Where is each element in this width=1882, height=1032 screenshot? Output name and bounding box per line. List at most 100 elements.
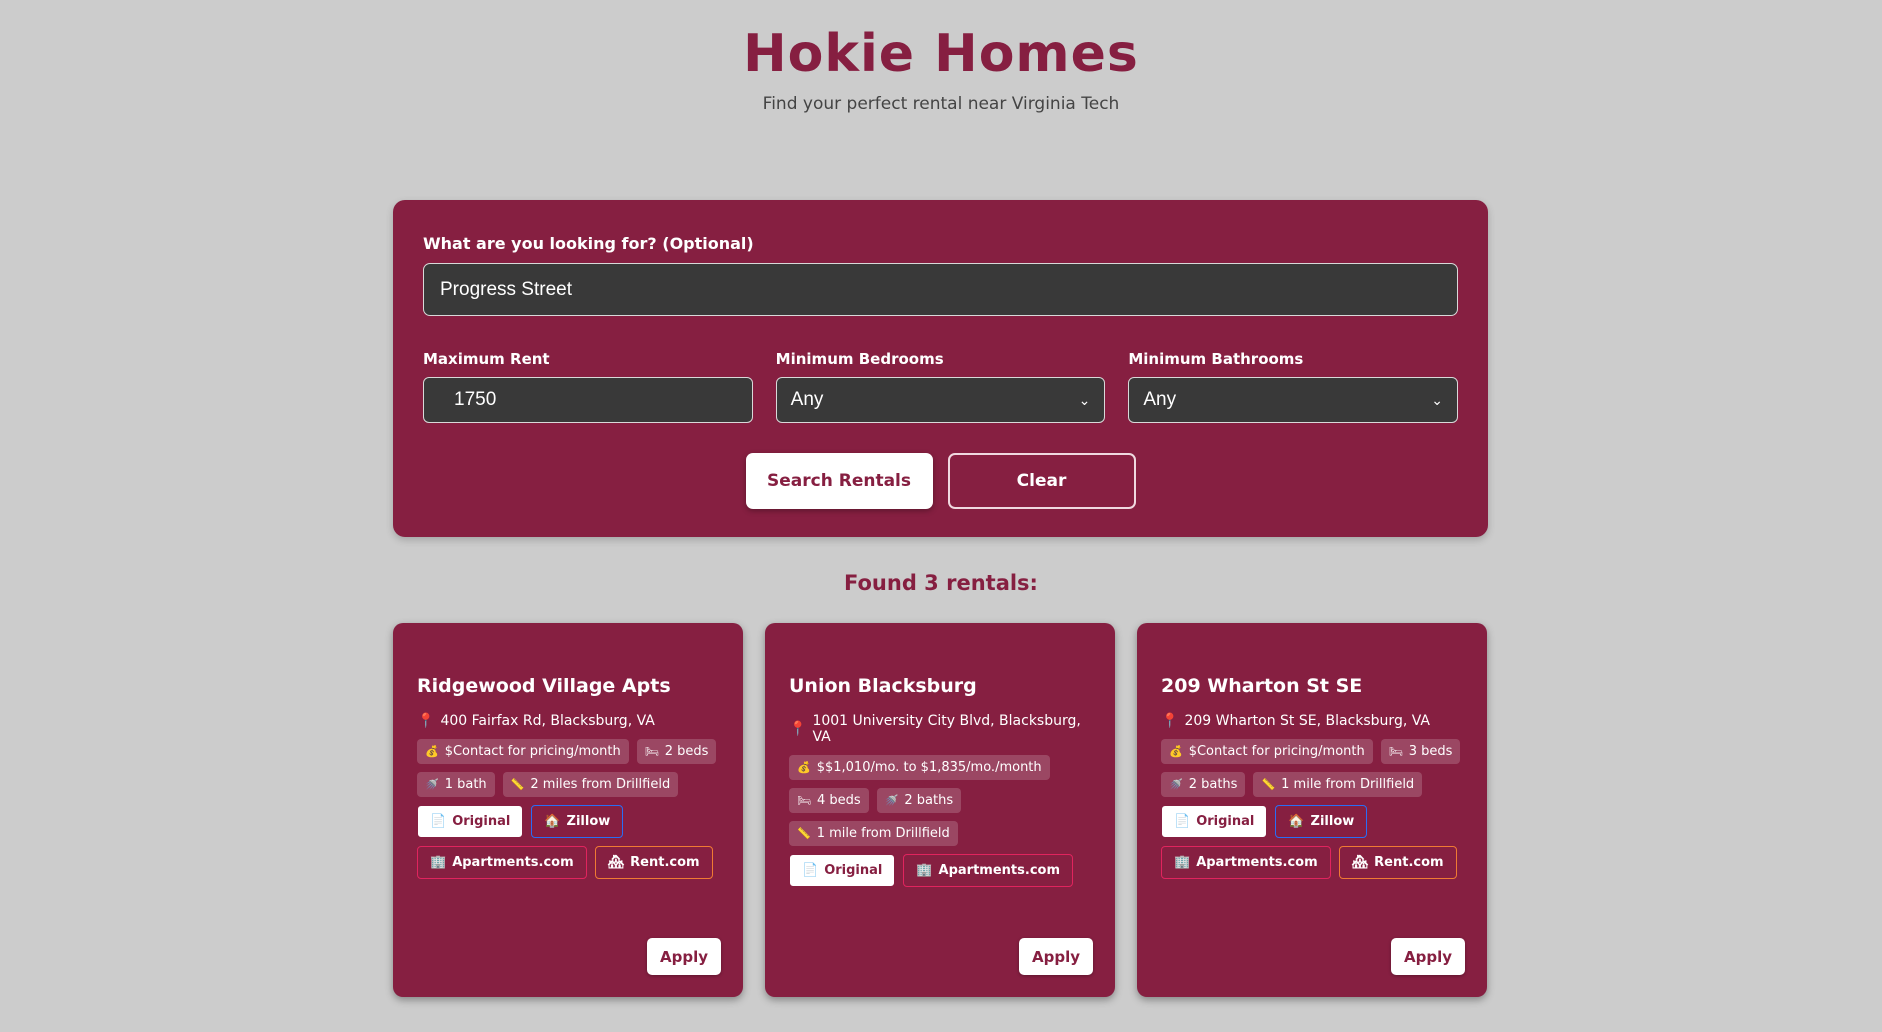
listing-links: 📄 Original 🏠 Zillow 🏢 Apartments.com 🏘 Rent.… — [1161, 805, 1461, 879]
zillow-link[interactable]: 🏠 Zillow — [1275, 805, 1368, 838]
address-text: 1001 University City Blvd, Blacksburg, V… — [812, 713, 1081, 745]
distance-tag: 📏 1 mile from Drillfield — [1253, 772, 1423, 797]
query-label: What are you looking for? (Optional) — [423, 234, 754, 253]
apartments-link[interactable]: 🏢 Apartments.com — [903, 854, 1074, 887]
min-bedrooms-label: Minimum Bedrooms — [775, 350, 944, 368]
rental-title: Ridgewood Village Apts — [417, 675, 671, 697]
money-bag-icon: 💰 — [1169, 745, 1183, 758]
building-icon: 🏢 — [1174, 855, 1191, 870]
baths-text: 1 bath — [444, 777, 487, 792]
rental-address: 📍 209 Wharton St SE, Blacksburg, VA — [1161, 713, 1463, 729]
site-header: Hokie Homes Find your perfect rental nea… — [0, 0, 1882, 114]
price-text: $$1,010/mo. to $1,835/mo./month — [816, 760, 1042, 775]
houses-icon: 🏘 — [607, 855, 625, 870]
beds-text: 2 beds — [664, 744, 709, 759]
rental-tags: 💰 $Contact for pricing/month 🛏 2 beds 🚿 1 b… — [417, 739, 719, 797]
money-bag-icon: 💰 — [797, 761, 811, 774]
distance-tag: 📏 2 miles from Drillfield — [502, 772, 679, 797]
bed-icon: 🛏 — [797, 794, 811, 807]
price-tag: 💰 $$1,010/mo. to $1,835/mo./month — [789, 755, 1050, 780]
apply-button[interactable]: Apply — [647, 938, 721, 975]
bed-icon: 🛏 — [1388, 745, 1403, 758]
site-subtitle: Find your perfect rental near Virginia T… — [762, 94, 1120, 114]
results-list: Ridgewood Village Apts 📍 400 Fairfax Rd,… — [393, 623, 1487, 997]
building-icon: 🏢 — [430, 855, 447, 870]
max-rent-label: Maximum Rent — [423, 350, 550, 368]
site-title: Hokie Homes — [743, 24, 1139, 84]
max-rent-input[interactable]: 1750 — [423, 377, 753, 423]
document-icon: 📄 — [1174, 814, 1191, 829]
rental-title: Union Blacksburg — [789, 675, 977, 697]
ruler-icon: 📏 — [510, 778, 525, 791]
original-link[interactable]: 📄 Original — [789, 854, 896, 887]
rental-address: 📍 400 Fairfax Rd, Blacksburg, VA — [417, 713, 719, 729]
rent-link[interactable]: 🏘 Rent.com — [594, 846, 713, 879]
apartments-link-label: Apartments.com — [452, 855, 574, 870]
document-icon: 📄 — [802, 863, 819, 878]
address-text: 209 Wharton St SE, Blacksburg, VA — [1184, 713, 1430, 729]
clear-button[interactable]: Clear — [947, 453, 1136, 509]
shower-icon: 🚿 — [884, 794, 899, 807]
document-icon: 📄 — [430, 814, 447, 829]
rental-tags: 💰 $$1,010/mo. to $1,835/mo./month 🛏 4 beds… — [789, 755, 1091, 846]
beds-tag: 🛏 2 beds — [636, 739, 717, 764]
min-bedrooms-value: Any — [790, 389, 824, 410]
apartments-link[interactable]: 🏢 Apartments.com — [417, 846, 587, 879]
search-buttons: Search Rentals Clear — [423, 453, 1458, 509]
shower-icon: 🚿 — [425, 778, 439, 791]
apartments-link-label: Apartments.com — [938, 863, 1061, 878]
rental-address: 📍 1001 University City Blvd, Blacksburg,… — [789, 713, 1091, 745]
distance-tag: 📏 1 mile from Drillfield — [789, 821, 958, 846]
listing-links: 📄 Original 🏢 Apartments.com — [789, 854, 1089, 887]
original-link-label: Original — [1196, 814, 1255, 829]
zillow-link-label: Zillow — [566, 814, 611, 829]
distance-text: 1 mile from Drillfield — [1281, 777, 1415, 792]
zillow-link[interactable]: 🏠 Zillow — [531, 805, 624, 838]
pin-icon: 📍 — [1161, 713, 1179, 729]
beds-text: 3 beds — [1408, 744, 1453, 759]
listing-links: 📄 Original 🏠 Zillow 🏢 Apartments.com 🏘 Rent.… — [417, 805, 717, 879]
address-text: 400 Fairfax Rd, Blacksburg, VA — [440, 713, 655, 729]
original-link[interactable]: 📄 Original — [417, 805, 524, 838]
price-tag: 💰 $Contact for pricing/month — [1161, 739, 1373, 764]
chevron-down-icon: ⌄ — [1078, 391, 1091, 408]
pin-icon: 📍 — [417, 713, 435, 729]
beds-tag: 🛏 3 beds — [1380, 739, 1461, 764]
original-link[interactable]: 📄 Original — [1161, 805, 1268, 838]
zillow-link-label: Zillow — [1310, 814, 1355, 829]
bed-icon: 🛏 — [644, 745, 659, 758]
ruler-icon: 📏 — [1261, 778, 1276, 791]
price-tag: 💰 $Contact for pricing/month — [417, 739, 629, 764]
min-bathrooms-select[interactable]: Any ⌄ — [1128, 377, 1459, 423]
money-bag-icon: 💰 — [425, 745, 439, 758]
beds-text: 4 beds — [816, 793, 861, 808]
house-icon: 🏠 — [1288, 814, 1305, 829]
house-icon: 🏠 — [544, 814, 561, 829]
min-bedrooms-select[interactable]: Any ⌄ — [775, 377, 1106, 423]
filters-row: Maximum Rent 1750 Minimum Bedrooms Any ⌄… — [423, 350, 1459, 423]
baths-tag: 🚿 2 baths — [876, 788, 962, 813]
search-rentals-button[interactable]: Search Rentals — [745, 453, 933, 509]
max-rent-filter: Maximum Rent 1750 — [423, 350, 753, 423]
rent-link[interactable]: 🏘 Rent.com — [1338, 846, 1457, 879]
chevron-down-icon: ⌄ — [1431, 391, 1444, 408]
houses-icon: 🏘 — [1351, 855, 1369, 870]
shower-icon: 🚿 — [1169, 778, 1183, 791]
query-input[interactable]: Progress Street — [423, 263, 1458, 316]
pin-icon: 📍 — [789, 721, 807, 737]
apply-button[interactable]: Apply — [1019, 938, 1093, 975]
apartments-link[interactable]: 🏢 Apartments.com — [1161, 846, 1331, 879]
original-link-label: Original — [824, 863, 883, 878]
max-rent-value: 1750 — [454, 389, 497, 410]
original-link-label: Original — [452, 814, 511, 829]
baths-tag: 🚿 2 baths — [1161, 772, 1246, 797]
building-icon: 🏢 — [916, 863, 933, 878]
results-count: Found 3 rentals: — [844, 571, 1038, 595]
rent-link-label: Rent.com — [630, 855, 700, 870]
min-bathrooms-filter: Minimum Bathrooms Any ⌄ — [1128, 350, 1459, 423]
distance-text: 1 mile from Drillfield — [816, 826, 950, 841]
ruler-icon: 📏 — [797, 827, 811, 840]
rental-card: 209 Wharton St SE 📍 209 Wharton St SE, B… — [1137, 623, 1487, 997]
min-bathrooms-label: Minimum Bathrooms — [1128, 350, 1304, 368]
apply-button[interactable]: Apply — [1391, 938, 1465, 975]
